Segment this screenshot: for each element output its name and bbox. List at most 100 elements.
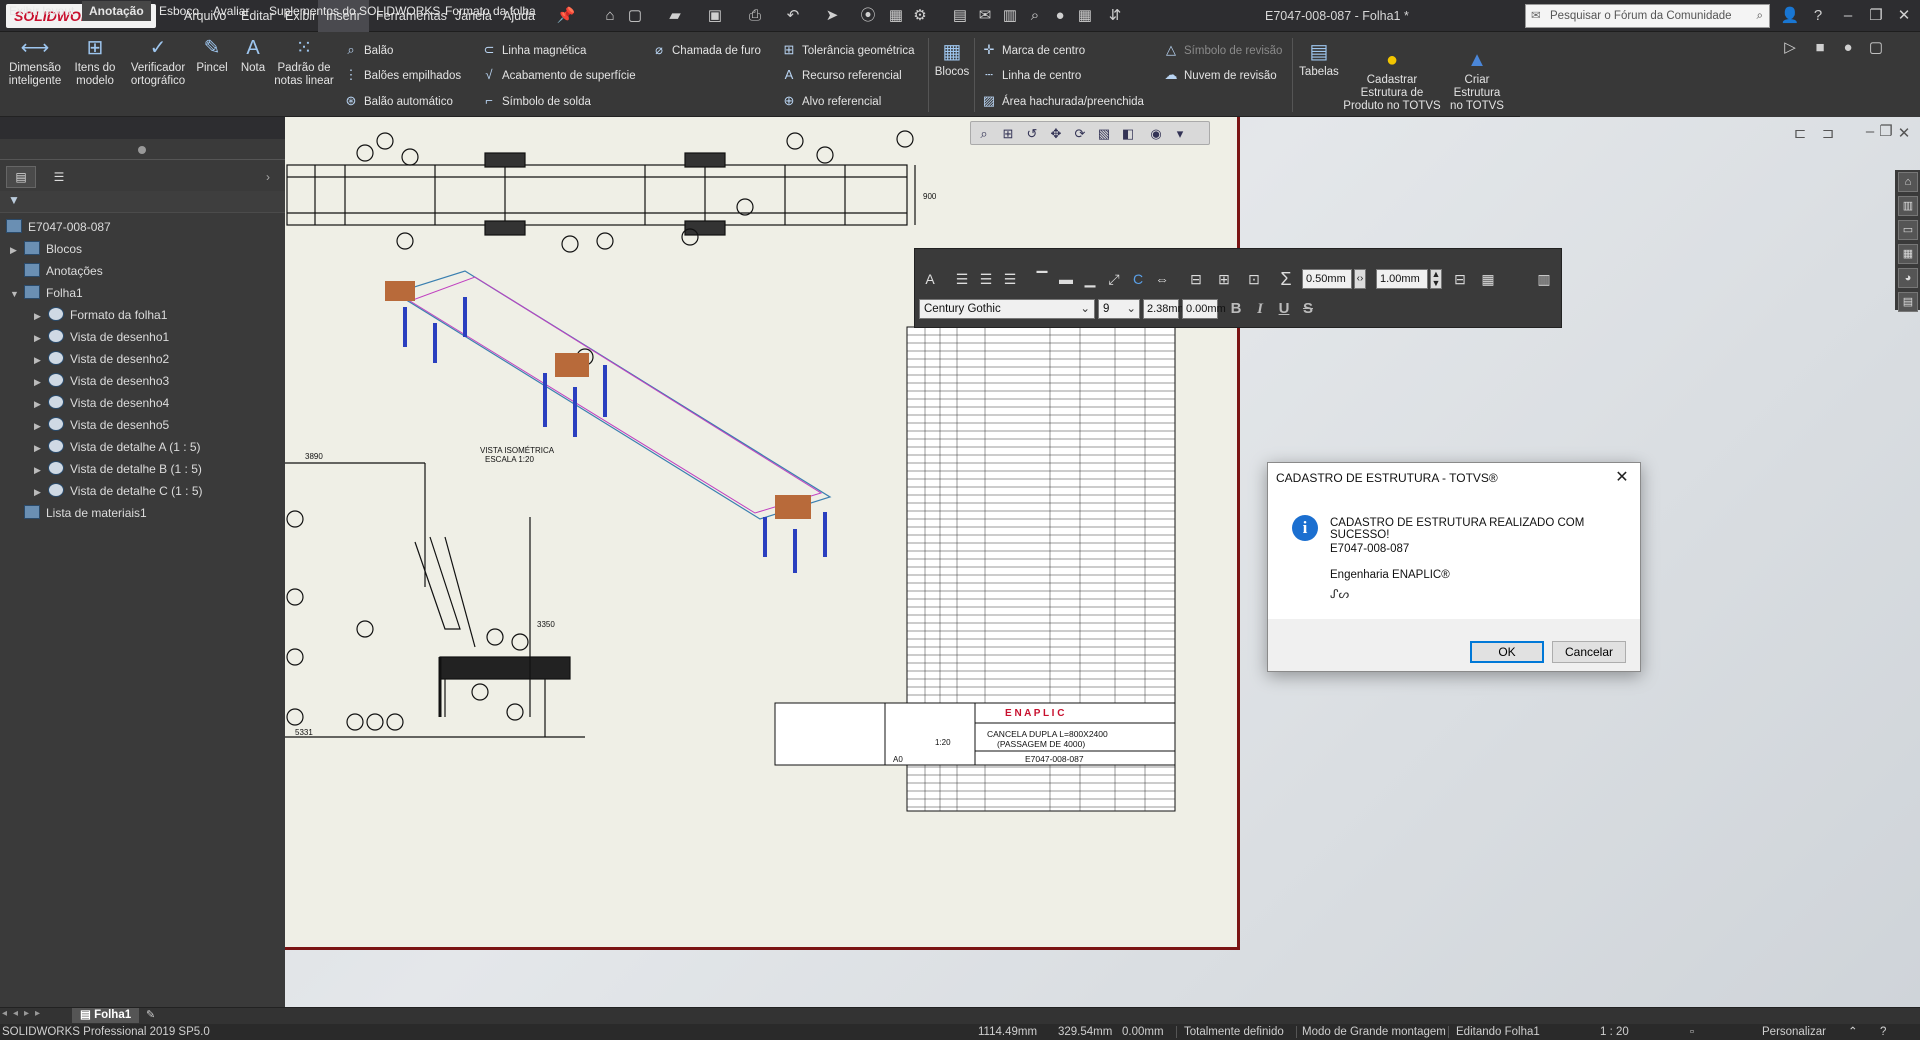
rotate-icon[interactable]: ⟳ [1071, 125, 1089, 143]
options-icon[interactable]: ⚙ [910, 6, 930, 26]
file-explorer-icon[interactable]: ▭ [1898, 220, 1918, 240]
border-icon[interactable]: ⊟ [1450, 268, 1470, 290]
tree-item[interactable]: ▶ Vista de desenho2 [34, 348, 169, 370]
tree-item[interactable]: ▶ Formato da folha1 [34, 304, 167, 326]
spell-check-button[interactable]: ✓ Verificador ortográfico [126, 36, 190, 88]
custom-properties-icon[interactable]: ▤ [1898, 292, 1918, 312]
chevron-right-icon[interactable]: ▶ [34, 393, 48, 415]
tree-item[interactable]: ▶ Vista de detalhe B (1 : 5) [34, 458, 202, 480]
totvs-register-button[interactable]: ● Cadastrar Estrutura de Produto no TOTV… [1342, 48, 1442, 113]
lock-cells-icon[interactable]: ⊡ [1244, 268, 1264, 290]
tile-left-icon[interactable]: ⊏ [1790, 124, 1810, 144]
undo-icon[interactable]: ↶ [783, 6, 803, 26]
zoom-to-fit-icon[interactable]: ⌕ [975, 125, 993, 143]
dialog-close-icon[interactable]: ✕ [1610, 463, 1634, 493]
tree-item[interactable]: ▶ Vista de detalhe C (1 : 5) [34, 480, 203, 502]
addin-icon-2[interactable]: ✉ [975, 6, 995, 26]
doc-restore-icon[interactable]: ❐ [1876, 122, 1896, 142]
align-left-icon[interactable]: ☰ [952, 268, 972, 290]
drawing-sheet[interactable]: 900 VISTA ISOMÉTRICA ESCALA 1:20 3890 33… [285, 117, 1240, 950]
chevron-right-icon[interactable]: ▶ [34, 437, 48, 459]
community-search-input[interactable]: ✉ Pesquisar o Fórum da Comunidade ⌕ [1525, 4, 1770, 28]
appearances-icon[interactable]: ◕ [1898, 268, 1918, 288]
zoom-area-icon[interactable]: ⊞ [999, 125, 1017, 143]
chevron-right-icon[interactable]: ▶ [10, 239, 24, 261]
status-customize[interactable]: Personalizar [1762, 1024, 1826, 1040]
italic-icon[interactable]: I [1250, 298, 1270, 320]
underline-icon[interactable]: U [1274, 298, 1294, 320]
chevron-right-icon[interactable]: ▶ [34, 349, 48, 371]
datum-target-button[interactable]: ⊕ Alvo referencial [780, 91, 882, 111]
font-select[interactable]: Century Gothic ⌄ [919, 299, 1095, 319]
doc-close-icon[interactable]: ✕ [1894, 124, 1914, 144]
chevron-down-icon[interactable]: ▼ [10, 283, 24, 305]
merge-cells-icon[interactable]: ⊟ [1186, 268, 1206, 290]
file-properties-icon[interactable]: ▦ [886, 6, 906, 26]
tab-formato-folha[interactable]: Formato da folha [438, 1, 543, 21]
minimize-icon[interactable]: – [1838, 6, 1858, 26]
chevron-right-icon[interactable]: ▶ [34, 459, 48, 481]
column-width-icon[interactable]: ⇔ [1152, 268, 1172, 290]
record-icon[interactable]: ● [1838, 38, 1858, 58]
note-button[interactable]: A Nota [234, 36, 272, 75]
chevron-right-icon[interactable]: ▶ [34, 415, 48, 437]
revision-symbol-button[interactable]: △ Símbolo de revisão [1162, 40, 1282, 60]
addin-icon-1[interactable]: ▤ [950, 6, 970, 26]
text-height-field[interactable]: 2.38mm [1143, 299, 1187, 319]
tree-root[interactable]: E7047-008-087 [6, 216, 111, 238]
unmerge-cells-icon[interactable]: ⊞ [1214, 268, 1234, 290]
geometric-tolerance-button[interactable]: ⊞ Tolerância geométrica [780, 40, 915, 60]
pan-icon[interactable]: ✥ [1047, 125, 1065, 143]
model-items-button[interactable]: ⊞ Itens do modelo [64, 36, 126, 88]
previous-view-icon[interactable]: ↺ [1023, 125, 1041, 143]
margin-2-stepper-icon[interactable]: ▲ ▼ [1430, 269, 1442, 289]
linear-note-pattern-button[interactable]: ⁙ Padrão de notas linear [272, 36, 336, 88]
save-icon[interactable]: ▣ [705, 6, 725, 26]
search-icon[interactable]: ⌕ [1757, 5, 1763, 27]
tables-button[interactable]: ▤ Tabelas [1296, 40, 1342, 79]
text-angle-icon[interactable]: ⤢ [1104, 268, 1124, 290]
status-scale[interactable]: 1 : 20 [1600, 1024, 1629, 1040]
traffic-light-icon[interactable]: ⦿ [858, 6, 878, 26]
status-chevron-up-icon[interactable]: ⌃ [1848, 1024, 1858, 1040]
blocks-button[interactable]: ▦ Blocos [932, 40, 972, 79]
property-tab-icon[interactable]: ☰ [44, 166, 74, 188]
play-icon[interactable]: ▷ [1780, 38, 1800, 58]
pin-icon[interactable]: 📌 [556, 6, 576, 26]
new-document-icon[interactable]: ▢ [625, 6, 645, 26]
align-bottom-icon[interactable]: ▁ [1080, 268, 1100, 290]
sheet-nav-icons[interactable]: ◂◂▸▸ [2, 1008, 62, 1023]
view-palette-icon[interactable]: ▦ [1898, 244, 1918, 264]
tree-item[interactable]: ▶ Vista de detalhe A (1 : 5) [34, 436, 201, 458]
addin-icon-4[interactable]: ▦ [1075, 6, 1095, 26]
tree-item[interactable]: ▶ Vista de desenho3 [34, 370, 169, 392]
table-settings-icon[interactable]: ▥ [1534, 268, 1554, 290]
center-mark-button[interactable]: ✛ Marca de centro [980, 40, 1086, 60]
design-library-icon[interactable]: ▥ [1898, 196, 1918, 216]
tree-item[interactable]: ▶ Blocos [10, 238, 82, 260]
close-icon[interactable]: ✕ [1894, 6, 1914, 26]
hide-show-icon[interactable]: ◉ [1147, 125, 1165, 143]
chevron-right-icon[interactable]: ▶ [34, 327, 48, 349]
font-size-select[interactable]: 9 ⌄ [1098, 299, 1140, 319]
format-painter-button[interactable]: ✎ Pincel [190, 36, 234, 75]
char-spacing-field[interactable]: 0.00mm [1182, 299, 1226, 319]
chevron-right-icon[interactable]: ▶ [34, 481, 48, 503]
refresh-format-icon[interactable]: C [1128, 268, 1148, 290]
section-view-icon[interactable]: ▧ [1095, 125, 1113, 143]
expand-panel-icon[interactable]: › [266, 166, 280, 188]
hole-callout-button[interactable]: ⌀ Chamada de furo [650, 40, 761, 60]
chevron-right-icon[interactable]: ▶ [34, 305, 48, 327]
sum-icon[interactable]: Σ [1276, 268, 1296, 290]
tab-suplementos[interactable]: Suplementos do SOLIDWORKS [262, 1, 447, 21]
tree-item[interactable]: ▼ Folha1 [10, 282, 83, 304]
tree-item[interactable]: Anotações [10, 260, 103, 282]
tile-right-icon[interactable]: ⊐ [1818, 124, 1838, 144]
home-icon[interactable]: ⌂ [600, 6, 620, 26]
sheet-tab-folha1[interactable]: ▤ Folha1 [72, 1008, 140, 1023]
search-tool-icon[interactable]: ⌕ [1025, 6, 1045, 26]
align-middle-icon[interactable]: ▬ [1056, 268, 1076, 290]
help-icon[interactable]: ? [1808, 6, 1828, 26]
view-settings-icon[interactable]: ▾ [1171, 125, 1189, 143]
tree-item[interactable]: ▶ Vista de desenho5 [34, 414, 169, 436]
